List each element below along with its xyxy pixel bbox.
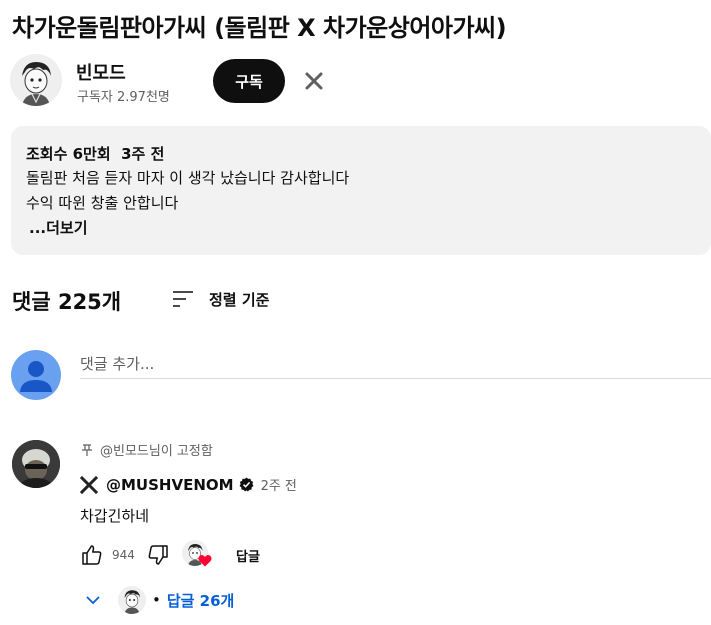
creator-heart[interactable] — [182, 540, 214, 570]
show-more-button[interactable]: ...더보기 — [29, 217, 88, 238]
comments-count: 댓글 225개 — [12, 290, 122, 314]
channel-avatar-illustration-icon — [10, 54, 62, 106]
replies-creator-avatar — [118, 586, 146, 614]
commenter-avatar-photo-icon — [12, 440, 60, 488]
add-comment-input[interactable] — [80, 350, 711, 379]
thumbs-down-icon — [148, 545, 168, 565]
heart-icon — [198, 555, 212, 567]
pin-icon — [82, 443, 92, 456]
pinned-indicator: @빈모드님이 고정함 — [80, 440, 213, 459]
dismiss-button[interactable] — [300, 67, 328, 95]
pinned-label: @빈모드님이 고정함 — [100, 444, 213, 459]
separator-dot: • — [152, 591, 161, 609]
comment-actions: 944 답글 — [78, 540, 260, 570]
comment-author-row: @MUSHVENOM 2주 전 — [80, 475, 297, 494]
dislike-button[interactable] — [144, 541, 172, 569]
comment-author-name[interactable]: @MUSHVENOM — [106, 476, 234, 494]
subscribe-button[interactable]: 구독 — [213, 59, 285, 103]
subscriber-count: 구독자 2.97천명 — [77, 90, 170, 105]
like-button[interactable] — [78, 541, 106, 569]
channel-avatar-illustration-icon — [118, 586, 146, 614]
user-avatar — [11, 350, 61, 400]
default-user-icon — [20, 361, 52, 392]
channel-name[interactable]: 빈모드 — [76, 59, 126, 85]
x-icon — [305, 72, 323, 90]
sort-label: 정렬 기준 — [209, 290, 270, 309]
comment-time[interactable]: 2주 전 — [261, 475, 297, 494]
chevron-down-icon — [86, 596, 100, 605]
replies-count-label[interactable]: 답글 26개 — [167, 590, 235, 611]
sort-button[interactable]: 정렬 기준 — [171, 285, 269, 313]
like-count: 944 — [112, 548, 135, 562]
description-line: 돌림판 처음 듣자 마자 이 생각 났습니다 감사합니다 — [26, 169, 350, 187]
comment-text: 차갑긴하네 — [80, 507, 150, 525]
reply-button[interactable]: 답글 — [236, 546, 260, 565]
sort-icon — [173, 291, 193, 307]
channel-avatar[interactable] — [10, 54, 62, 106]
description-line: 수익 따윈 창출 안합니다 — [26, 194, 179, 212]
view-count-and-date: 조회수 6만회 3주 전 — [26, 145, 165, 163]
x-logo-icon — [80, 475, 98, 494]
video-title: 차가운돌림판아가씨 (돌림판 X 차가운상어아가씨) — [12, 14, 507, 42]
verified-badge-icon — [239, 477, 253, 492]
thumbs-up-icon — [82, 545, 102, 565]
view-replies-button[interactable]: • 답글 26개 — [84, 583, 234, 617]
comment-author-avatar[interactable] — [12, 440, 60, 488]
